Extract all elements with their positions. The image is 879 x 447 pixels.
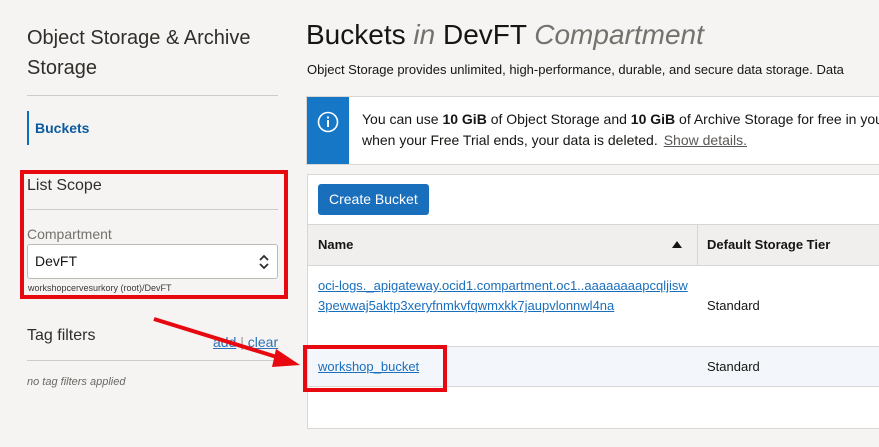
column-header-storage-tier[interactable]: Default Storage Tier	[707, 225, 830, 265]
banner-icon-strip	[307, 97, 349, 164]
column-header-name[interactable]: Name	[318, 225, 353, 265]
storage-tier-cell: Standard	[707, 359, 760, 374]
tag-filters-title: Tag filters	[27, 327, 96, 344]
no-tag-filters-text: no tag filters applied	[27, 376, 126, 388]
page-title-suffix: Compartment	[534, 19, 704, 50]
bucket-name-link[interactable]: oci-logs._apigateway.ocid1.compartment.o…	[318, 276, 690, 316]
show-details-link[interactable]: Show details.	[664, 132, 747, 148]
add-tag-filter-link[interactable]: add	[213, 334, 236, 350]
free-tier-banner: You can use 10 GiB of Object Storage and…	[306, 96, 879, 165]
page-description: Object Storage provides unlimited, high-…	[307, 62, 844, 77]
banner-text: You can use 10 GiB of Object Storage and…	[362, 109, 879, 151]
banner-text-3: of Archive Storage for free in your	[675, 111, 879, 127]
tag-links-separator: |	[240, 334, 244, 350]
sidebar-item-buckets[interactable]: Buckets	[27, 111, 167, 145]
tag-filters-divider	[27, 360, 278, 361]
page-title-compartment: DevFT	[442, 19, 527, 50]
banner-text-1: You can use	[362, 111, 443, 127]
banner-line-2: when your Free Trial ends, your data is …	[362, 130, 879, 151]
annotation-highlight-bucket	[303, 345, 447, 392]
sort-ascending-icon[interactable]	[672, 241, 682, 249]
storage-tier-cell: Standard	[707, 298, 760, 313]
table-row: oci-logs._apigateway.ocid1.compartment.o…	[308, 266, 879, 347]
banner-line-1: You can use 10 GiB of Object Storage and…	[362, 109, 879, 130]
annotation-highlight-list-scope	[20, 170, 288, 299]
banner-amount-2: 10 GiB	[630, 111, 676, 127]
banner-amount-1: 10 GiB	[442, 111, 487, 127]
banner-text-4: when your Free Trial ends, your data is …	[362, 132, 658, 148]
table-header: Name Default Storage Tier	[308, 224, 879, 266]
sidebar-divider	[27, 95, 278, 96]
info-icon	[317, 111, 339, 133]
create-bucket-button[interactable]: Create Bucket	[318, 184, 429, 215]
page-title-main: Buckets	[306, 19, 406, 50]
tag-filter-actions: add | clear	[213, 334, 278, 350]
page-title-in: in	[413, 19, 436, 50]
page-title: Buckets in DevFT Compartment	[306, 16, 704, 54]
sidebar-title: Object Storage & Archive Storage	[27, 27, 251, 79]
banner-text-2: of Object Storage and	[486, 111, 631, 127]
column-divider	[697, 225, 698, 265]
clear-tag-filters-link[interactable]: clear	[248, 334, 278, 350]
